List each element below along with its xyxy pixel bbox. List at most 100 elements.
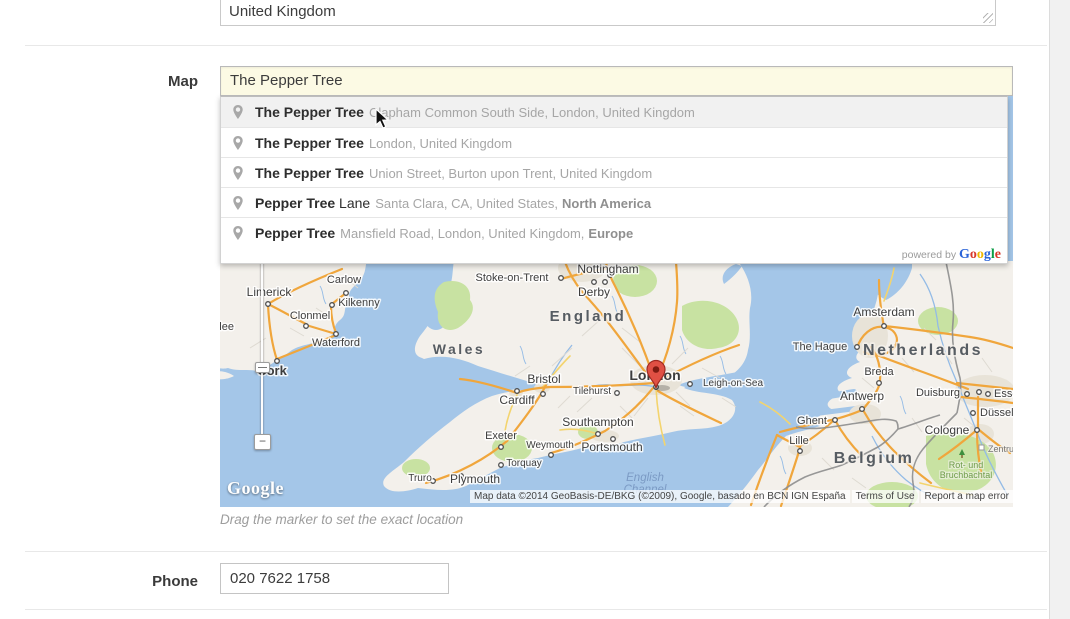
city-dot xyxy=(499,463,504,468)
page: { "form": { "country_value": "United Kin… xyxy=(0,0,1070,619)
map-label: Wales xyxy=(433,341,485,357)
city-dot xyxy=(344,291,349,296)
city-dot xyxy=(833,418,838,423)
city-dot xyxy=(965,392,970,397)
map-label: Ghent xyxy=(797,415,827,427)
item-secondary-text: London, United Kingdom xyxy=(369,136,512,151)
map-data-attribution: Map data ©2014 GeoBasis-DE/BKG (©2009), … xyxy=(470,490,850,503)
city-dot xyxy=(541,392,546,397)
phone-input[interactable]: 020 7622 1758 xyxy=(220,563,449,594)
city-dot xyxy=(266,302,271,307)
marker-help-text: Drag the marker to set the exact locatio… xyxy=(220,512,463,527)
item-main-text: Pepper Tree xyxy=(255,225,335,241)
map-label: Bruchbachtal xyxy=(940,470,993,480)
phone-field-label: Phone xyxy=(20,573,198,590)
map-label: Düsseldorf xyxy=(980,407,1013,419)
map-label: Cologne xyxy=(925,423,970,437)
map-label: Antwerp xyxy=(840,389,884,403)
location-pin-icon xyxy=(232,104,244,120)
item-secondary-text: Clapham Common South Side, London, Unite… xyxy=(369,105,695,120)
item-main-text: Pepper Tree xyxy=(255,195,335,211)
map-label: Exeter xyxy=(485,430,517,442)
map-label: Clonmel xyxy=(290,310,330,322)
map-field-label: Map xyxy=(20,73,198,90)
item-main-text: The Pepper Tree xyxy=(255,165,364,181)
map-label: Stoke-on-Trent xyxy=(476,272,549,284)
autocomplete-item[interactable]: Pepper Tree Mansfield Road, London, Unite… xyxy=(221,217,1007,247)
map-label: Limerick xyxy=(247,285,293,299)
city-dot xyxy=(688,382,693,387)
city-dot xyxy=(549,453,554,458)
autocomplete-item[interactable]: Pepper Tree LaneSanta Clara, CA, United … xyxy=(221,187,1007,217)
city-dot xyxy=(977,390,982,395)
map-attribution: Map data ©2014 GeoBasis-DE/BKG (©2009), … xyxy=(470,490,1013,503)
autocomplete-item[interactable]: The Pepper Tree Clapham Common South Side… xyxy=(221,97,1007,127)
city-dot xyxy=(615,391,620,396)
city-dot xyxy=(592,280,597,285)
report-map-error-link[interactable]: Report a map error xyxy=(921,490,1013,503)
map-label: Duisburg xyxy=(916,387,960,399)
section-divider xyxy=(25,45,1047,46)
resize-handle-icon[interactable] xyxy=(983,13,993,23)
powered-by-text: powered by xyxy=(902,249,956,261)
item-main-suffix: Lane xyxy=(335,195,370,211)
city-dot xyxy=(855,345,860,350)
google-logo-letter: e xyxy=(995,247,1001,262)
map-label: Portsmouth xyxy=(581,440,642,454)
google-logo-letter: g xyxy=(984,247,991,262)
powered-by-google: powered by Google xyxy=(221,247,1007,263)
city-dot xyxy=(971,411,976,416)
google-watermark: Google xyxy=(227,478,284,499)
phone-value: 020 7622 1758 xyxy=(230,570,330,587)
country-textarea[interactable]: United Kingdom xyxy=(220,0,996,26)
map-label: Kilkenny xyxy=(338,297,380,309)
city-dot xyxy=(499,445,504,450)
city-dot xyxy=(334,332,339,337)
city-dot xyxy=(559,276,564,281)
city-dot xyxy=(603,280,608,285)
map-label: Southampton xyxy=(562,415,633,429)
map-label: Bristol xyxy=(527,372,560,386)
location-pin-icon xyxy=(232,165,244,181)
map-label: Torquay xyxy=(506,458,542,469)
city-dot xyxy=(975,428,980,433)
map-label: Carlow xyxy=(327,274,361,286)
city-dot xyxy=(304,324,309,329)
item-main-text: The Pepper Tree xyxy=(255,104,364,120)
city-dot xyxy=(882,324,887,329)
item-secondary-text: Union Street, Burton upon Trent, United … xyxy=(369,166,652,181)
map-label: Lille xyxy=(789,435,809,447)
places-autocomplete-dropdown: The Pepper Tree Clapham Common South Side… xyxy=(220,96,1008,264)
item-secondary-text: Mansfield Road, London, United Kingdom, xyxy=(340,226,584,241)
map-label: Truro xyxy=(408,473,432,484)
city-dot xyxy=(798,449,803,454)
terms-of-use-link[interactable]: Terms of Use xyxy=(852,490,919,503)
autocomplete-item[interactable]: The Pepper Tree Union Street, Burton upon… xyxy=(221,157,1007,187)
country-value: United Kingdom xyxy=(229,3,336,20)
map-search-input[interactable]: The Pepper Tree xyxy=(220,66,1013,96)
section-divider xyxy=(25,551,1047,552)
location-pin-icon xyxy=(232,225,244,241)
google-logo-letter: o xyxy=(970,247,977,262)
zoom-slider-handle[interactable] xyxy=(255,362,270,373)
map-label: England xyxy=(550,308,627,325)
location-pin-icon xyxy=(232,135,244,151)
zoom-out-button[interactable]: − xyxy=(254,434,271,450)
map-label: Rot- und xyxy=(949,460,984,470)
map-label: Netherlands xyxy=(863,342,983,359)
city-dot xyxy=(860,407,865,412)
item-secondary-bold: Europe xyxy=(588,226,633,241)
autocomplete-item[interactable]: The Pepper Tree London, United Kingdom xyxy=(221,127,1007,157)
map-label: Belgium xyxy=(834,450,915,467)
map-label: Derby xyxy=(578,285,610,299)
city-dot xyxy=(877,381,882,386)
map-label: Weymouth xyxy=(526,440,574,451)
item-secondary-bold: North America xyxy=(562,196,651,211)
page-gutter xyxy=(1049,0,1070,619)
google-logo-letter: G xyxy=(959,247,970,262)
item-main-text: The Pepper Tree xyxy=(255,135,364,151)
section-divider xyxy=(25,609,1047,610)
map-label: Plymouth xyxy=(450,472,500,486)
google-logo-letter: o xyxy=(977,247,984,262)
location-pin-icon xyxy=(232,195,244,211)
